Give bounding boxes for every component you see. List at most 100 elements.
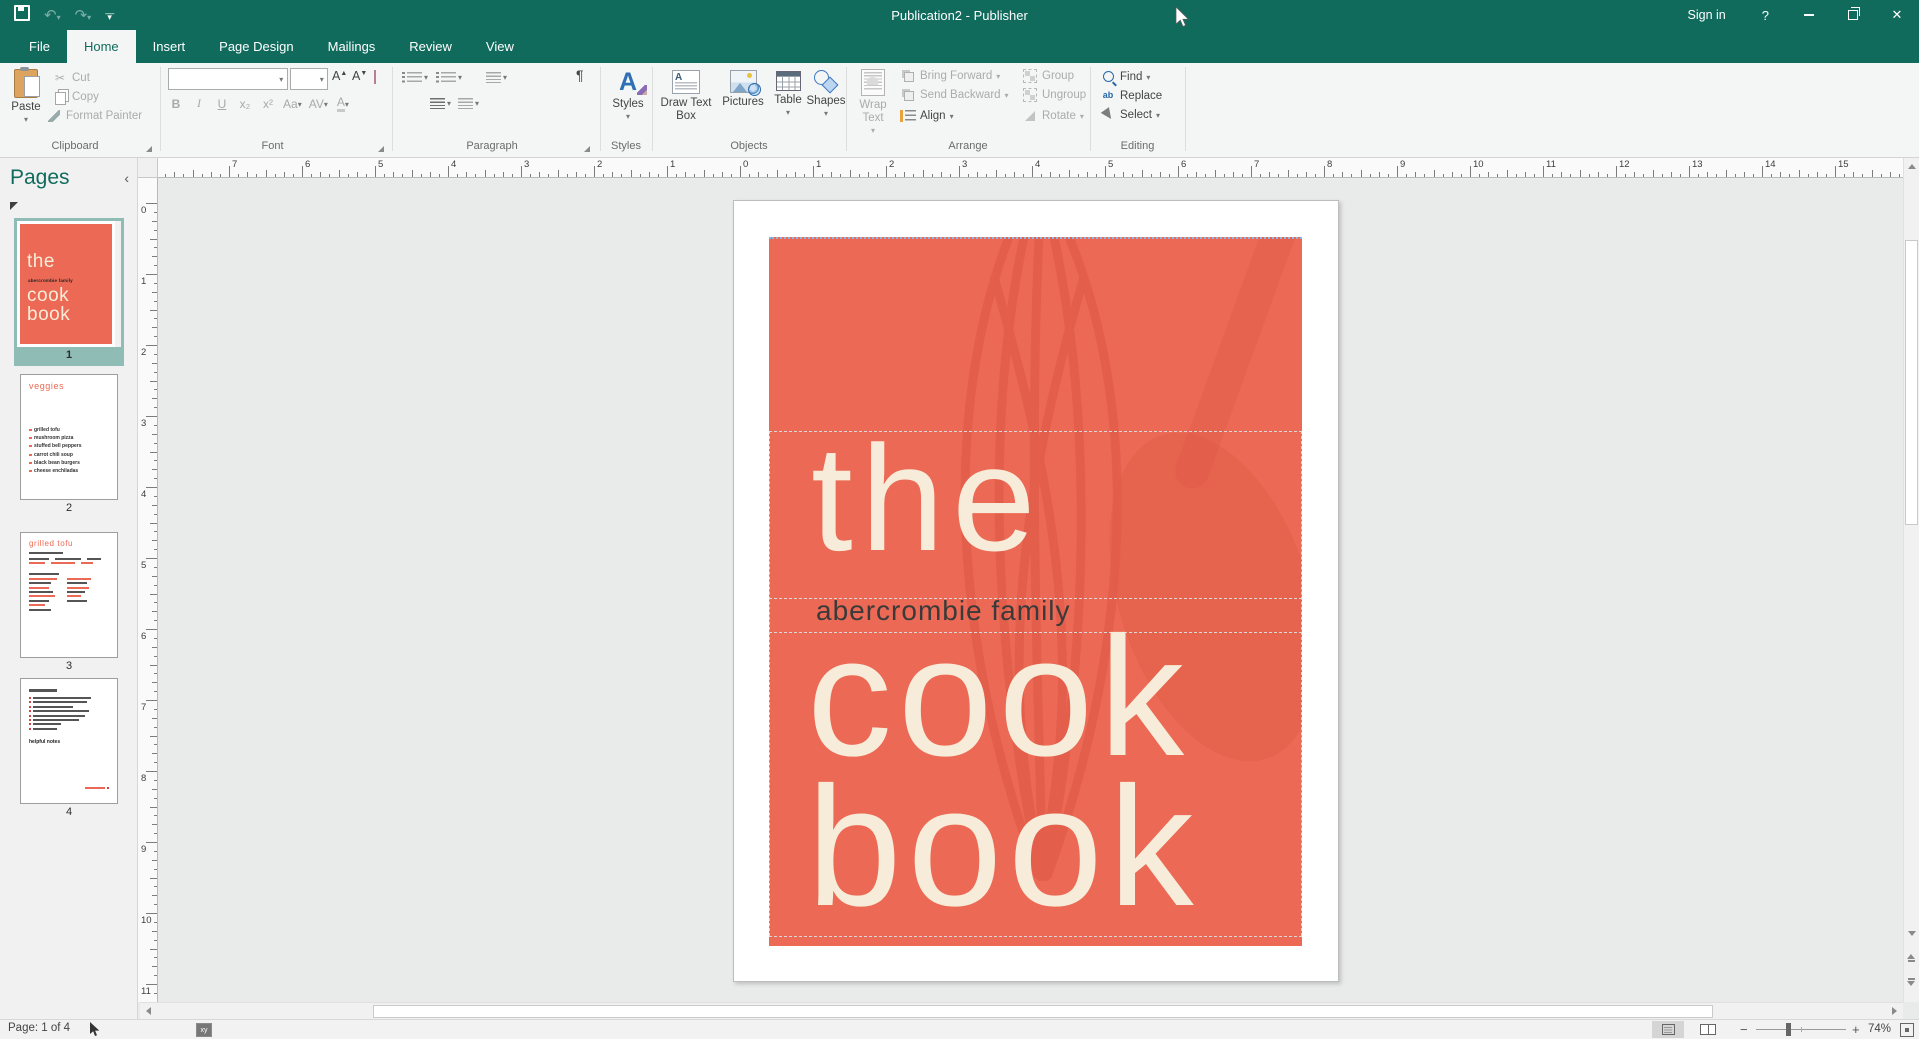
font-name-combobox[interactable]: ▾: [168, 68, 288, 90]
replace-button[interactable]: ab Replace: [1100, 87, 1162, 104]
vertical-ruler[interactable]: 01234567891011: [138, 178, 158, 1002]
columns-button[interactable]: ▾: [486, 72, 507, 83]
cover-background[interactable]: the abercrombie family cookbook: [769, 237, 1302, 946]
two-page-view-button[interactable]: [1692, 1021, 1724, 1038]
cover-title-cookbook[interactable]: cookbook: [807, 623, 1200, 922]
horizontal-scrollbar-thumb[interactable]: [373, 1005, 1713, 1018]
thumbnail-page-number[interactable]: 2: [17, 500, 121, 516]
underline-button[interactable]: U: [214, 95, 230, 113]
bold-button[interactable]: B: [168, 95, 184, 113]
line-spacing-button[interactable]: ▾: [430, 98, 451, 109]
single-page-view-button[interactable]: [1652, 1021, 1684, 1038]
paragraph-dialog-launcher[interactable]: [584, 146, 590, 152]
thumbnail-page[interactable]: helpful notes: [20, 678, 118, 804]
font-name-dropdown-icon[interactable]: ▾: [275, 75, 287, 84]
page-thumbnail-4[interactable]: helpful notes4: [0, 678, 138, 820]
select-button[interactable]: Select▾: [1100, 106, 1160, 123]
zoom-percent[interactable]: 74%: [1868, 1023, 1891, 1035]
draw-text-box-button[interactable]: Draw Text Box: [656, 65, 716, 137]
close-button[interactable]: ✕: [1875, 0, 1919, 30]
font-name-input[interactable]: [169, 71, 275, 87]
tab-insert[interactable]: Insert: [136, 30, 203, 63]
collapse-panel-icon[interactable]: ‹: [124, 170, 129, 186]
document-page[interactable]: the abercrombie family cookbook: [733, 200, 1339, 982]
bullets-button[interactable]: ▾: [402, 72, 428, 83]
thumbnail-page[interactable]: theabercrombie familycookbook: [17, 221, 115, 347]
shapes-button[interactable]: Shapes ▾: [808, 65, 844, 137]
rotate-button[interactable]: Rotate▾: [1022, 107, 1084, 124]
superscript-button[interactable]: x²: [260, 95, 276, 113]
sign-in-button[interactable]: Sign in: [1670, 8, 1744, 22]
styles-button[interactable]: A Styles ▾: [606, 65, 650, 137]
thumbnail-page-number[interactable]: 1: [17, 347, 121, 363]
customize-qat-icon[interactable]: —▾: [105, 11, 114, 20]
tab-file[interactable]: File: [12, 30, 67, 63]
canvas-area[interactable]: the abercrombie family cookbook: [158, 178, 1903, 1002]
borders-button[interactable]: ▾: [458, 98, 479, 109]
group-button[interactable]: Group: [1022, 67, 1074, 84]
cover-title-the[interactable]: the: [811, 423, 1044, 573]
help-icon[interactable]: ?: [1744, 8, 1787, 23]
clipboard-dialog-launcher[interactable]: [146, 146, 152, 152]
change-case-button[interactable]: Aa▾: [283, 95, 302, 113]
scroll-up-icon[interactable]: [1904, 158, 1919, 175]
restore-button[interactable]: [1831, 0, 1875, 30]
tab-home[interactable]: Home: [67, 30, 136, 63]
ungroup-button[interactable]: Ungroup: [1022, 86, 1086, 103]
copy-button[interactable]: Copy: [52, 88, 99, 105]
page-thumbnail-2[interactable]: veggiesgrilled tofumushroom pizzastuffed…: [0, 374, 138, 516]
find-button[interactable]: Find▾: [1100, 68, 1150, 85]
cut-button[interactable]: ✂ Cut: [52, 69, 90, 86]
tab-view[interactable]: View: [469, 30, 531, 63]
table-button[interactable]: Table ▾: [770, 65, 806, 137]
pictures-button[interactable]: Pictures: [718, 65, 768, 137]
scroll-left-icon[interactable]: [140, 1003, 157, 1019]
tab-page-design[interactable]: Page Design: [202, 30, 310, 63]
shrink-font-button[interactable]: A▼: [352, 69, 367, 83]
align-button[interactable]: Align▾: [900, 107, 954, 124]
thumbnail-page[interactable]: veggiesgrilled tofumushroom pizzastuffed…: [20, 374, 118, 500]
font-size-dropdown-icon[interactable]: ▾: [316, 75, 327, 84]
horizontal-ruler[interactable]: 76543210123456789101112131415: [158, 158, 1903, 178]
zoom-out-button[interactable]: −: [1740, 1022, 1748, 1037]
tab-mailings[interactable]: Mailings: [311, 30, 393, 63]
page-status[interactable]: Page: 1 of 4: [8, 1022, 70, 1034]
numbering-button[interactable]: ▾: [436, 72, 462, 83]
font-dialog-launcher[interactable]: [378, 146, 384, 152]
next-page-icon[interactable]: [1903, 972, 1919, 992]
font-size-combobox[interactable]: ▾: [290, 68, 328, 90]
font-color-button[interactable]: A▾: [335, 95, 351, 113]
show-formatting-button[interactable]: ¶: [576, 67, 584, 83]
undo-icon[interactable]: ↶▾: [44, 8, 61, 23]
horizontal-scrollbar[interactable]: [140, 1002, 1903, 1019]
vertical-scrollbar-thumb[interactable]: [1905, 240, 1918, 525]
italic-button[interactable]: I: [191, 95, 207, 113]
format-painter-button[interactable]: Format Painter: [46, 107, 142, 124]
wrap-text-button[interactable]: Wrap Text ▾: [852, 65, 894, 137]
object-position-icon[interactable]: xy: [196, 1023, 212, 1037]
clear-formatting-button[interactable]: [374, 71, 376, 83]
scroll-right-icon[interactable]: [1886, 1003, 1903, 1019]
previous-page-icon[interactable]: [1903, 948, 1919, 968]
zoom-slider-thumb[interactable]: [1786, 1023, 1791, 1036]
thumbnail-page[interactable]: grilled tofu: [20, 532, 118, 658]
paste-button[interactable]: Paste ▾: [6, 65, 46, 137]
redo-icon[interactable]: ↷▾: [75, 8, 92, 23]
minimize-button[interactable]: [1787, 0, 1831, 30]
grow-font-button[interactable]: A▲: [332, 69, 347, 83]
section-triangle-icon[interactable]: [10, 202, 18, 210]
paste-dropdown-icon[interactable]: ▾: [24, 116, 28, 124]
page-thumbnail-3[interactable]: grilled tofu3: [0, 532, 138, 674]
scroll-down-icon[interactable]: [1904, 925, 1919, 942]
vertical-scrollbar[interactable]: [1903, 158, 1919, 1002]
fit-page-icon[interactable]: [1900, 1023, 1914, 1037]
tab-review[interactable]: Review: [392, 30, 469, 63]
zoom-in-button[interactable]: +: [1852, 1022, 1860, 1037]
character-spacing-button[interactable]: AV▾: [309, 95, 328, 113]
page-thumbnail-1[interactable]: theabercrombie familycookbook1: [0, 218, 138, 366]
send-backward-button[interactable]: Send Backward▾: [900, 86, 1009, 103]
font-size-input[interactable]: [291, 71, 316, 87]
subscript-button[interactable]: x₂: [237, 95, 253, 113]
thumbnail-page-number[interactable]: 3: [17, 658, 121, 674]
thumbnail-page-number[interactable]: 4: [17, 804, 121, 820]
